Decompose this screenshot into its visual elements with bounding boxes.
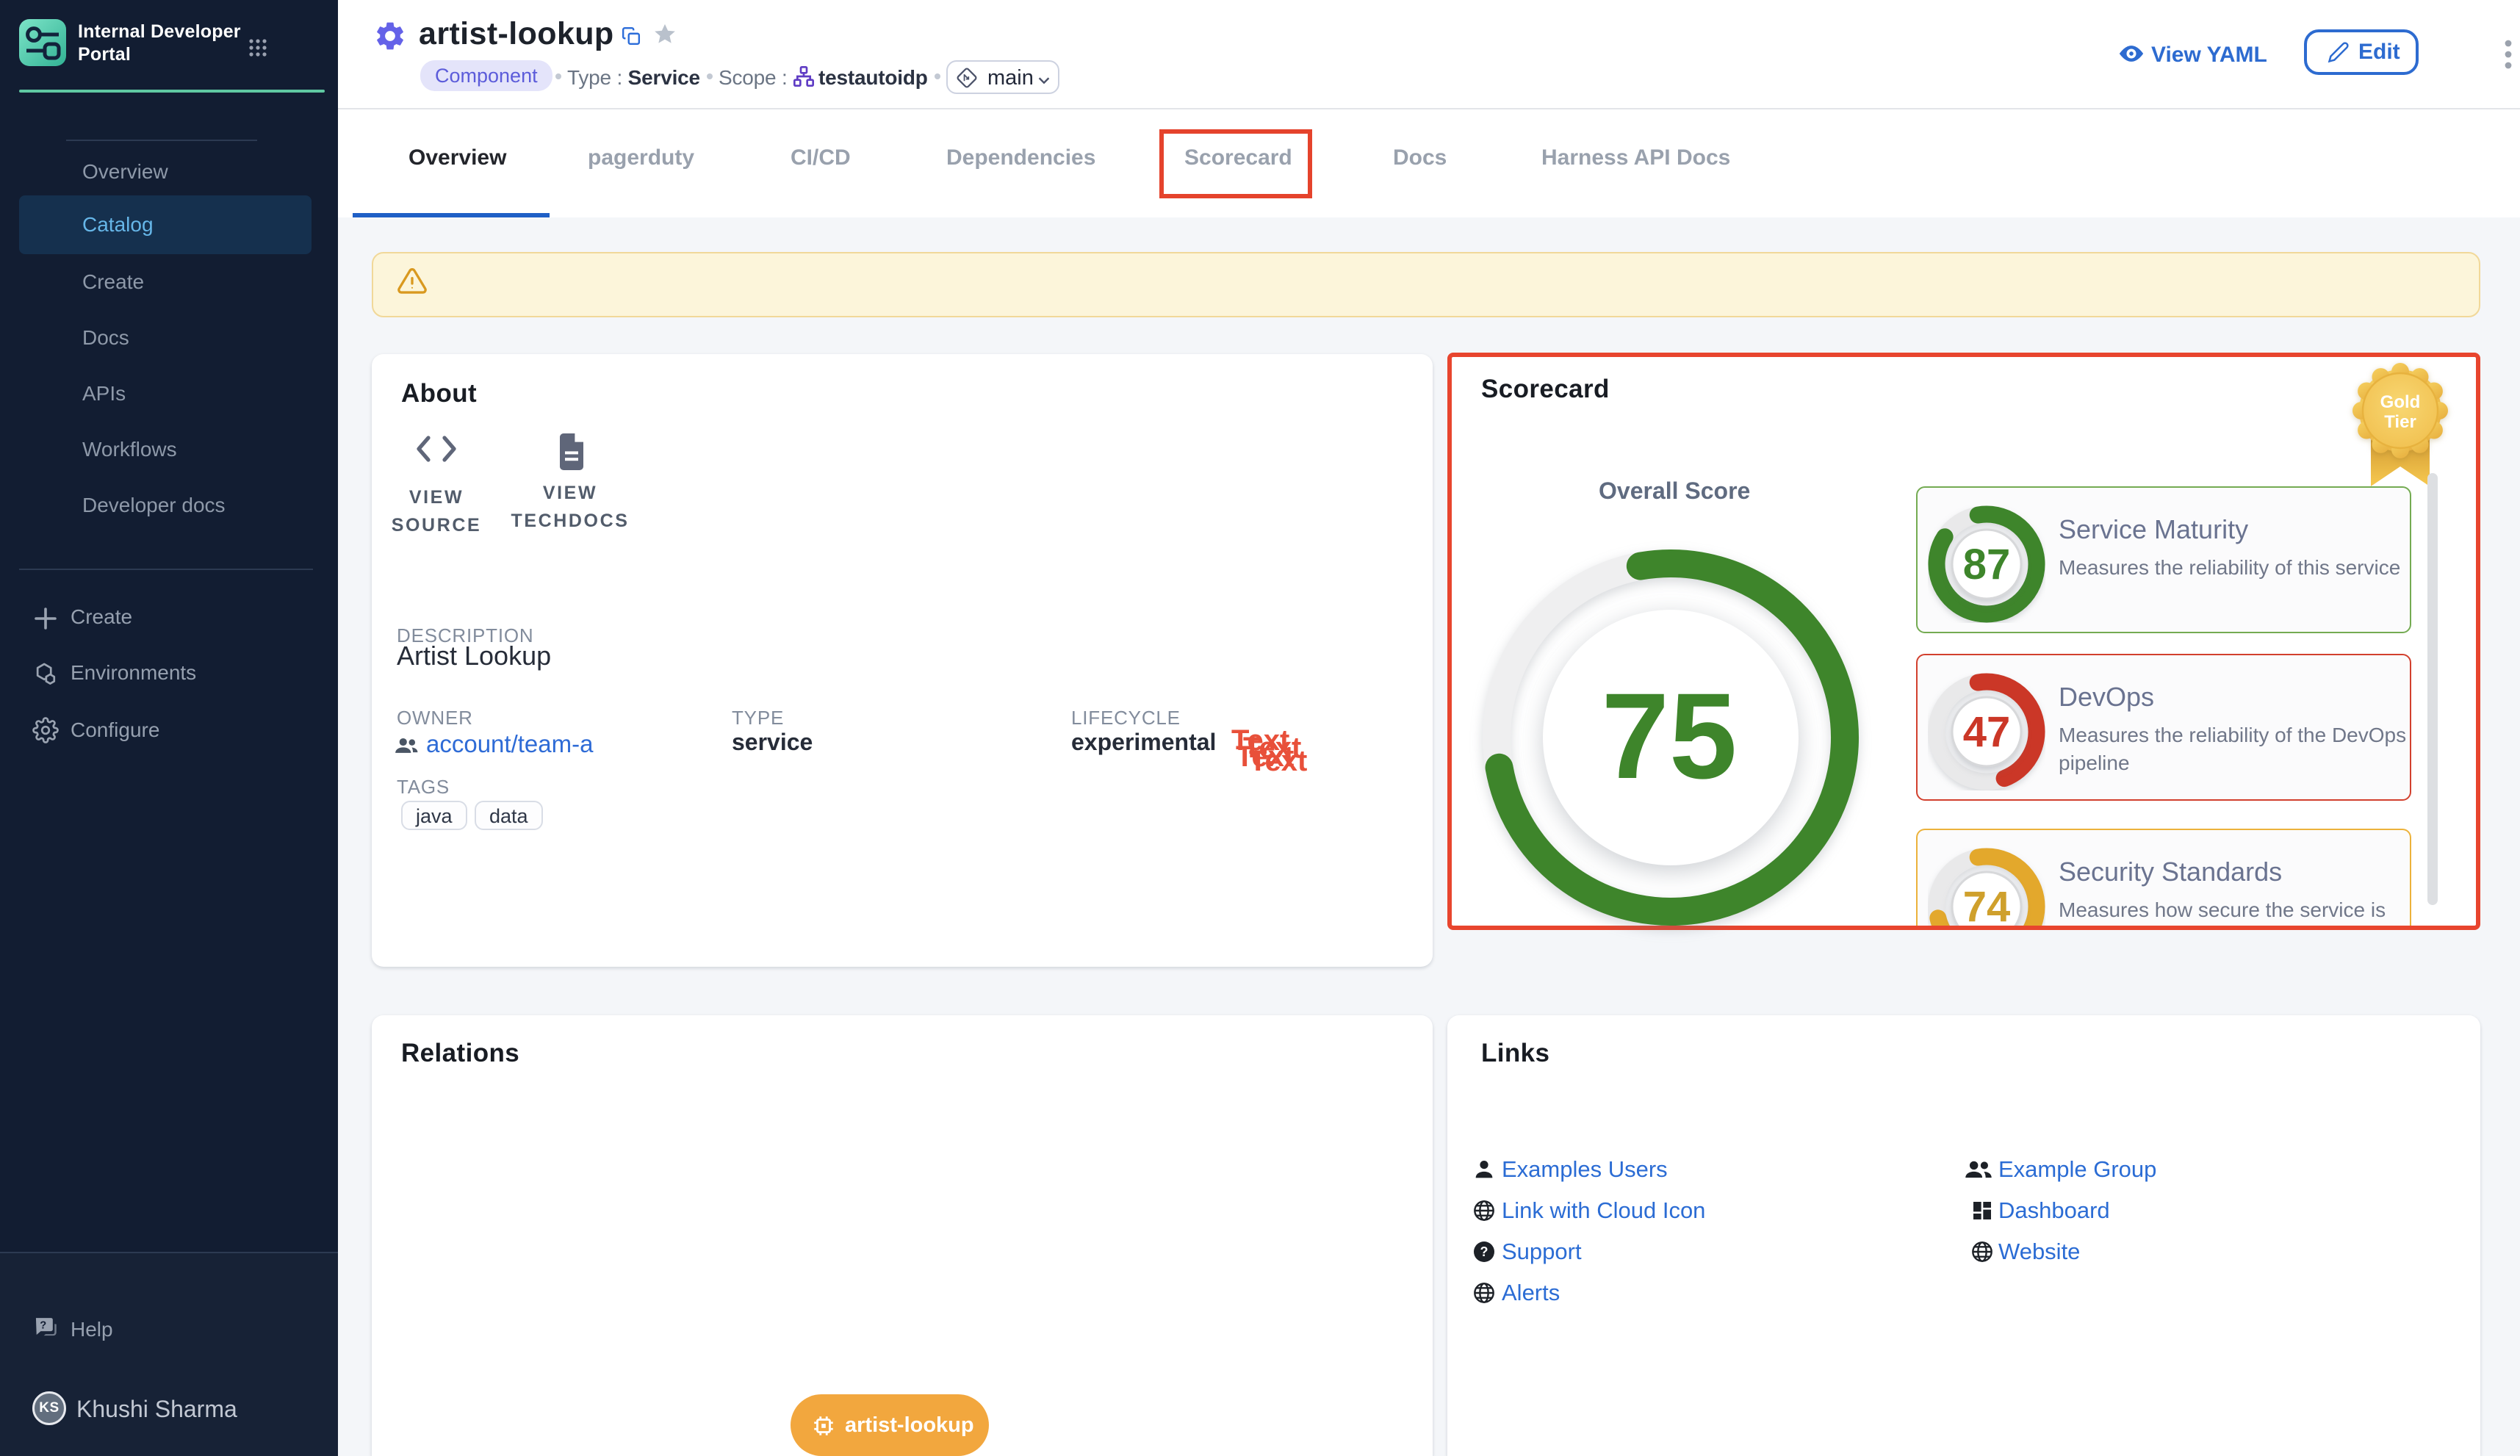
svg-text:?: ? [1480,1244,1488,1259]
svg-text:?: ? [40,1319,46,1331]
svg-text:Tier: Tier [2384,412,2416,432]
svg-text:Gold: Gold [2380,392,2421,412]
